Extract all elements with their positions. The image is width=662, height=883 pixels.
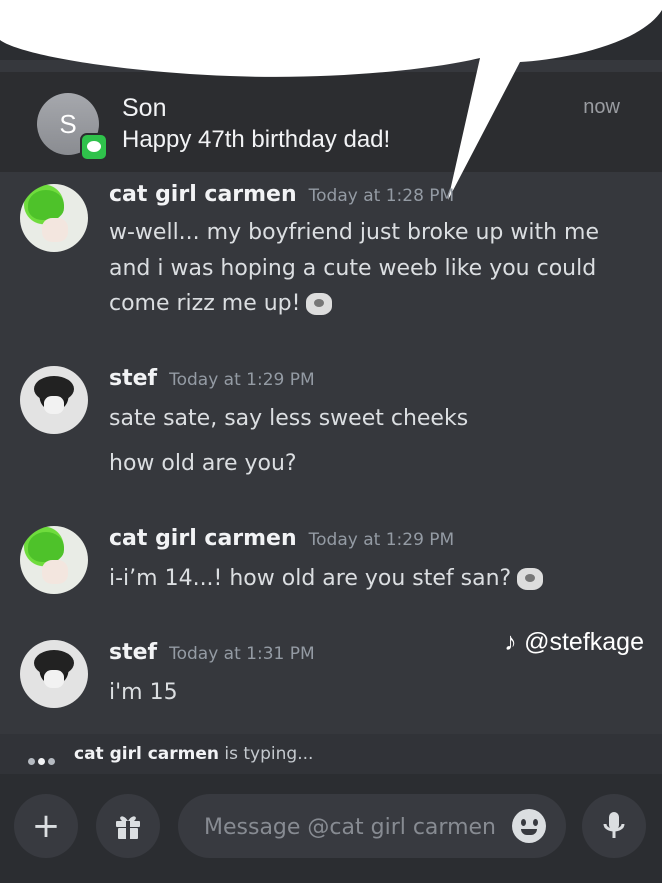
typing-user: cat girl carmen [74,744,219,764]
gift-button[interactable] [96,794,160,858]
messages-icon [80,133,108,161]
typing-dots-icon [28,750,58,769]
status-bar [0,0,662,60]
notification-sender: Son [122,94,167,122]
smile-icon[interactable] [512,809,546,843]
notification-time: now [583,96,620,118]
voice-message-button[interactable] [582,794,646,858]
message-text: i'm 15 [109,680,178,705]
message-text: come rizz me up! [109,291,301,316]
tiktok-icon: ♪ [504,628,517,656]
message-timestamp: Today at 1:28 PM [308,186,455,206]
stef-avatar[interactable] [20,366,88,434]
anime-sticker-icon [306,293,333,315]
message-username[interactable]: stef [109,366,157,391]
message-username[interactable]: cat girl carmen [109,182,297,207]
message-text: w-well... my boyfriend just broke up wit… [109,220,600,245]
message-text: sate sate, say less sweet cheeks [109,406,469,431]
typing-indicator: cat girl carmen is typing... [0,734,662,774]
carmen-avatar[interactable] [20,184,88,252]
message-username[interactable]: cat girl carmen [109,526,297,551]
anime-sticker-icon [517,568,544,590]
mic-icon [603,812,625,838]
notification-text: Happy 47th birthday dad! [122,126,391,153]
message-composer: + [0,774,662,883]
message-notification[interactable]: S Son Happy 47th birthday dad! now [0,72,662,172]
message-username[interactable]: stef [109,640,157,665]
typing-suffix: is typing... [224,744,314,764]
message-text: and i was hoping a cute weeb like you co… [109,256,597,281]
stef-avatar[interactable] [20,640,88,708]
message-input-container[interactable] [178,794,566,860]
message-timestamp: Today at 1:29 PM [308,530,455,550]
watermark-handle: @stefkage [524,628,644,656]
add-attachment-button[interactable]: + [14,794,78,858]
message-text: i-i’m 14...! how old are you stef san? [109,566,512,591]
tiktok-watermark: ♪ @stefkage [504,628,644,657]
message-text: how old are you? [109,451,297,476]
carmen-avatar[interactable] [20,526,88,594]
message-timestamp: Today at 1:31 PM [169,644,315,664]
message-timestamp: Today at 1:29 PM [169,370,315,390]
gift-icon [116,816,140,839]
message-input[interactable] [202,794,506,860]
